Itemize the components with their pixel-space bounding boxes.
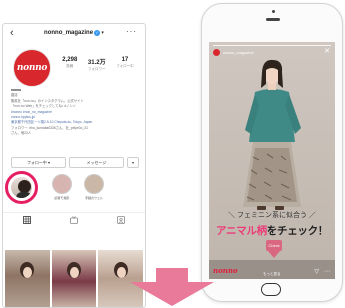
stat-label: 投稿 [66,64,74,68]
story-progress-bar [213,45,331,46]
story-header[interactable]: nonno_magazine [213,49,254,56]
bio-followed-by[interactable]: さん、他23人 [11,131,139,136]
stat-posts[interactable]: 2,298 投稿 [62,57,77,72]
avatar-logo: nonno [16,63,48,73]
igtv-icon[interactable] [69,216,79,225]
phone-speaker [266,18,280,21]
highlight-label: 手越のウェル [84,196,103,200]
story-title: アニマル柄をチェック！ [209,223,335,238]
highlighted-story-circle[interactable] [5,171,38,204]
home-button[interactable] [261,283,281,296]
tagged-icon[interactable] [116,216,126,225]
message-button[interactable]: メッセージ [69,157,124,168]
profile-action-buttons: フォロー中 ▾ メッセージ ▾ [11,157,139,168]
instagram-profile-screen: ‹ nonno_magazine ✓ ▾ ··· nonno 2,298 投稿 3… [2,23,146,308]
more-dots-icon[interactable]: ··· [126,27,137,36]
stat-value: 31.2万 [87,60,106,66]
check-arrow-icon [268,251,280,258]
suggested-dropdown-button[interactable]: ▾ [127,157,139,168]
profile-header: ‹ nonno_magazine ✓ ▾ ··· [10,27,137,39]
send-icon[interactable]: ▽ [314,268,319,275]
front-camera [272,10,275,13]
story-account-avatar [213,49,220,56]
check-button[interactable]: Check [266,240,282,251]
story-footer: nonno もっと見る ▽ ⋯ [209,260,335,279]
story-thumbnail [11,177,32,198]
following-button[interactable]: フォロー中 ▾ [11,157,66,168]
stat-value: 17 [121,57,129,63]
stat-followers[interactable]: 31.2万 フォロワー [88,57,106,72]
stat-label: フォロー中 [116,64,134,68]
close-icon[interactable]: ✕ [324,47,330,55]
profile-stats: 2,298 投稿 31.2万 フォロワー 17 フォロー中 [57,57,139,72]
story-title-rest: をチェック！ [266,225,329,237]
stat-following[interactable]: 17 フォロー中 [116,57,134,72]
post-thumbnail[interactable] [51,250,97,307]
see-more-link[interactable]: もっと見る [263,272,281,277]
grid-icon[interactable] [22,216,32,225]
profile-username: nonno_magazine [44,30,94,36]
story-subtitle: ＼ フェミニン系に似合う ／ [228,212,316,219]
post-thumbnail[interactable] [5,250,50,307]
profile-bio: nonno 雑誌 集英社「non-no」のインスタグラム。公式サイト 「non-… [11,88,139,137]
down-arrow-icon [130,268,214,306]
story-account-name: nonno_magazine [223,50,254,55]
profile-avatar[interactable]: nonno [13,49,51,87]
highlight-item[interactable]: 手越のウェル [81,174,107,200]
highlight-cover [84,174,104,194]
highlight-cover [52,174,72,194]
stat-label: フォロワー [88,67,106,71]
story-title-accent: アニマル柄 [216,225,267,237]
profile-tabs [3,212,145,227]
story-screen[interactable]: nonno_magazine ✕ ＼ フェミニン系に似合う ／ アニマル柄をチェ… [209,42,335,279]
more-dots-icon[interactable]: ⋯ [324,268,330,275]
highlight-label: 読者モ撮影 [54,196,70,200]
highlight-item[interactable]: 読者モ撮影 [49,174,75,200]
story-phone: nonno_magazine ✕ ＼ フェミニン系に似合う ／ アニマル柄をチェ… [201,3,343,302]
stat-value: 2,298 [62,57,78,63]
